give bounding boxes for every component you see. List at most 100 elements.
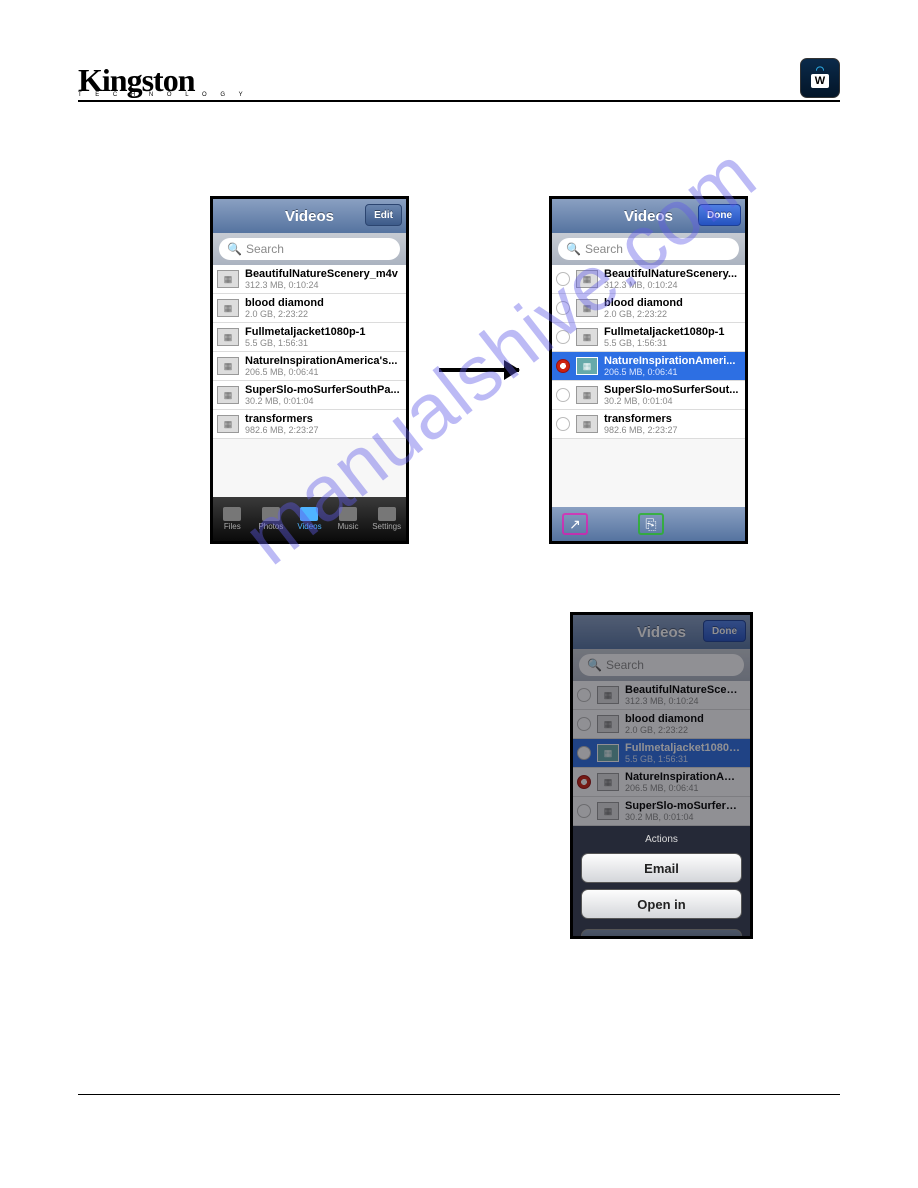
search-input[interactable]: 🔍 Search [579,654,744,676]
video-list: ▦ BeautifulNatureScenery_m4v312.3 MB, 0:1… [213,265,406,497]
photos-icon [262,507,280,521]
tab-bar: Files Photos VideosMusic Settings [213,497,406,541]
tab-label: Settings [372,522,401,531]
item-text: Fullmetaljacket1080p-15.5 GB, 1:56:31 [604,326,739,348]
item-subtitle: 5.5 GB, 1:56:31 [245,338,400,348]
list-item[interactable]: ▦BeautifulNatureScenery...312.3 MB, 0:10… [552,265,745,294]
done-button[interactable]: Done [698,204,741,226]
tab-label: Photos [258,522,283,531]
share-button[interactable]: ↗ [562,513,588,535]
list-item[interactable]: ▦ blood diamond2.0 GB, 2:23:22 [213,294,406,323]
item-subtitle: 206.5 MB, 0:06:41 [245,367,400,377]
checkbox-icon[interactable] [577,746,591,760]
item-title: Fullmetaljacket1080p-1 [625,742,744,754]
list-item[interactable]: ▦transformers982.6 MB, 2:23:27 [213,410,406,439]
list-item[interactable]: ▦BeautifulNatureScenery_m4v312.3 MB, 0:1… [213,265,406,294]
open-in-button[interactable]: Open in [581,889,742,919]
item-subtitle: 30.2 MB, 0:01:04 [604,396,739,406]
tab-photos[interactable]: Photos [252,497,291,541]
item-subtitle: 30.2 MB, 0:01:04 [625,812,744,822]
item-title: NatureInspirationAmeri... [604,355,739,367]
kingston-logo: Kingston T E C H N O L O G Y [78,68,249,98]
search-input[interactable]: 🔍 Search [558,238,739,260]
video-icon: ▦ [217,299,239,317]
list-item[interactable]: ▦SuperSlo-moSurferSout...30.2 MB, 0:01:0… [573,797,750,826]
settings-icon [378,507,396,521]
email-button[interactable]: Email [581,853,742,883]
video-icon: ▦ [597,686,619,704]
nav-bar: Videos Edit [213,199,406,233]
item-subtitle: 982.6 MB, 2:23:27 [245,425,400,435]
checkbox-icon[interactable] [556,330,570,344]
item-text: NatureInspirationAmeri...206.5 MB, 0:06:… [625,771,744,793]
item-subtitle: 312.3 MB, 0:10:24 [604,280,739,290]
music-icon [339,507,357,521]
checkbox-icon[interactable] [556,359,570,373]
video-icon: ▦ [217,328,239,346]
item-subtitle: 2.0 GB, 2:23:22 [625,725,744,735]
list-item[interactable]: ▦Fullmetaljacket1080p-15.5 GB, 1:56:31 [573,739,750,768]
checkbox-icon[interactable] [556,388,570,402]
item-title: blood diamond [245,297,400,309]
list-item[interactable]: ▦ BeautifulNatureScenery...312.3 MB, 0:10… [573,681,750,710]
search-icon: 🔍 [587,658,602,672]
checkbox-icon[interactable] [577,804,591,818]
item-text: NatureInspirationAmeri...206.5 MB, 0:06:… [604,355,739,377]
videos-icon [300,507,318,521]
copy-button[interactable]: ⎘ [638,513,664,535]
video-icon: ▦ [597,773,619,791]
item-text: blood diamond2.0 GB, 2:23:22 [625,713,744,735]
brand-name: Kingston [78,68,249,94]
checkbox-icon[interactable] [577,688,591,702]
checkbox-icon[interactable] [556,417,570,431]
item-subtitle: 206.5 MB, 0:06:41 [604,367,739,377]
item-text: SuperSlo-moSurferSout...30.2 MB, 0:01:04 [604,384,739,406]
tab-music[interactable]: Music [329,497,368,541]
video-icon: ▦ [217,357,239,375]
checkbox-icon[interactable] [577,775,591,789]
list-item[interactable]: ▦ SuperSlo-moSurferSout...30.2 MB, 0:01:0… [552,381,745,410]
search-icon: 🔍 [227,242,242,256]
item-text: NatureInspirationAmerica's...206.5 MB, 0… [245,355,400,377]
cancel-button[interactable]: Cancel [581,929,742,939]
item-text: SuperSlo-moSurferSouthPa...30.2 MB, 0:01… [245,384,400,406]
tab-files[interactable]: Files [213,497,252,541]
list-item[interactable]: ▦blood diamond2.0 GB, 2:23:22 [552,294,745,323]
tab-videos[interactable]: Videos [290,497,329,541]
item-title: transformers [245,413,400,425]
list-item[interactable]: ▦blood diamond2.0 GB, 2:23:22 [573,710,750,739]
screenshot-1: Videos Edit 🔍 Search ▦ BeautifulNatureSce… [210,196,409,544]
item-text: transformers982.6 MB, 2:23:27 [604,413,739,435]
item-title: blood diamond [625,713,744,725]
list-item[interactable]: ▦ NatureInspirationAmerica's...206.5 MB, … [213,352,406,381]
edit-button[interactable]: Edit [365,204,402,226]
screen-title: Videos [285,208,334,225]
list-item[interactable]: ▦NatureInspirationAmeri...206.5 MB, 0:06… [552,352,745,381]
list-item[interactable]: ▦Fullmetaljacket1080p-15.5 GB, 1:56:31 [552,323,745,352]
checkbox-icon[interactable] [577,717,591,731]
item-text: blood diamond2.0 GB, 2:23:22 [245,297,400,319]
footer-rule [78,1094,840,1095]
list-item[interactable]: ▦SuperSlo-moSurferSouthPa...30.2 MB, 0:0… [213,381,406,410]
search-input[interactable]: 🔍 Search [219,238,400,260]
item-subtitle: 30.2 MB, 0:01:04 [245,396,400,406]
video-icon: ▦ [576,386,598,404]
checkbox-icon[interactable] [556,272,570,286]
item-text: BeautifulNatureScenery...312.3 MB, 0:10:… [625,684,744,706]
search-bar: 🔍 Search [552,233,745,265]
item-text: transformers982.6 MB, 2:23:27 [245,413,400,435]
search-bar: 🔍 Search [213,233,406,265]
search-bar: 🔍 Search [573,649,750,681]
arrow-icon [439,368,519,372]
item-title: NatureInspirationAmeri... [625,771,744,783]
item-title: blood diamond [604,297,739,309]
list-item[interactable]: ▦ NatureInspirationAmeri...206.5 MB, 0:06… [573,768,750,797]
item-text: BeautifulNatureScenery_m4v312.3 MB, 0:10… [245,268,400,290]
checkbox-icon[interactable] [556,301,570,315]
item-subtitle: 5.5 GB, 1:56:31 [625,754,744,764]
list-item[interactable]: ▦Fullmetaljacket1080p-15.5 GB, 1:56:31 [213,323,406,352]
done-button[interactable]: Done [703,620,746,642]
list-item[interactable]: ▦transformers982.6 MB, 2:23:27 [552,410,745,439]
tab-settings[interactable]: Settings [367,497,406,541]
item-text: blood diamond2.0 GB, 2:23:22 [604,297,739,319]
